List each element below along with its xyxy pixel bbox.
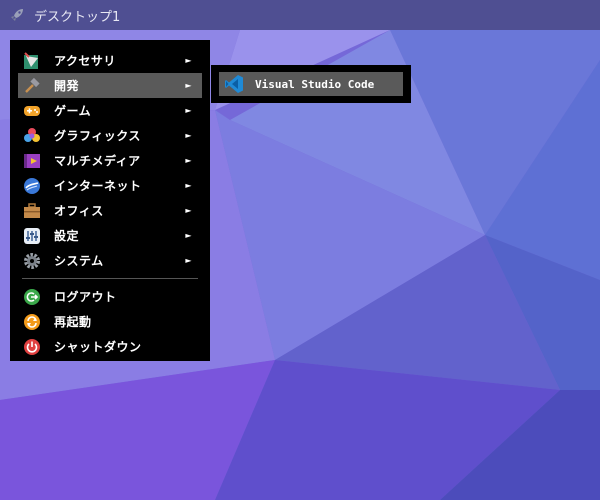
menu-item-label: アクセサリ bbox=[54, 54, 116, 68]
menu-item-visual-studio-code[interactable]: Visual Studio Code bbox=[219, 72, 403, 96]
menu-item-label: 再起動 bbox=[54, 315, 92, 329]
menu-separator bbox=[22, 278, 198, 279]
submenu-arrow-icon: ► bbox=[185, 206, 192, 215]
system-gear-icon bbox=[22, 251, 42, 271]
menu-item-development[interactable]: 開発 ► bbox=[18, 73, 202, 98]
top-panel: デスクトップ1 bbox=[0, 0, 600, 30]
menu-item-restart[interactable]: 再起動 bbox=[18, 309, 202, 334]
submenu-arrow-icon: ► bbox=[185, 131, 192, 140]
menu-item-label: システム bbox=[54, 254, 104, 268]
menu-item-accessories[interactable]: アクセサリ ► bbox=[18, 48, 202, 73]
menu-item-label: 開発 bbox=[54, 79, 80, 93]
internet-globe-icon bbox=[22, 176, 42, 196]
submenu-arrow-icon: ► bbox=[185, 156, 192, 165]
multimedia-icon bbox=[22, 151, 42, 171]
menu-item-label: グラフィックス bbox=[54, 129, 141, 143]
logout-icon bbox=[22, 287, 42, 307]
development-submenu: Visual Studio Code bbox=[211, 65, 411, 103]
settings-panel-icon bbox=[22, 226, 42, 246]
vscode-icon bbox=[223, 74, 245, 94]
menu-item-label: インターネット bbox=[54, 179, 142, 193]
menu-item-games[interactable]: ゲーム ► bbox=[18, 98, 202, 123]
submenu-arrow-icon: ► bbox=[185, 256, 192, 265]
menu-item-label: Visual Studio Code bbox=[255, 77, 375, 91]
menu-item-settings[interactable]: 設定 ► bbox=[18, 223, 202, 248]
menu-item-label: ログアウト bbox=[54, 290, 117, 304]
development-hammer-icon bbox=[22, 76, 42, 96]
submenu-arrow-icon: ► bbox=[185, 181, 192, 190]
menu-item-internet[interactable]: インターネット ► bbox=[18, 173, 202, 198]
menu-item-multimedia[interactable]: マルチメディア ► bbox=[18, 148, 202, 173]
workspace-title[interactable]: デスクトップ1 bbox=[34, 6, 120, 25]
menu-item-logout[interactable]: ログアウト bbox=[18, 284, 202, 309]
gamepad-icon bbox=[22, 101, 42, 121]
menu-item-system[interactable]: システム ► bbox=[18, 248, 202, 273]
submenu-arrow-icon: ► bbox=[185, 231, 192, 240]
shutdown-icon bbox=[22, 337, 42, 357]
submenu-arrow-icon: ► bbox=[185, 106, 192, 115]
accessories-icon bbox=[22, 51, 42, 71]
rocket-icon[interactable] bbox=[8, 6, 26, 24]
menu-item-label: オフィス bbox=[54, 204, 104, 218]
menu-item-label: ゲーム bbox=[54, 104, 92, 118]
office-briefcase-icon bbox=[22, 201, 42, 221]
menu-item-graphics[interactable]: グラフィックス ► bbox=[18, 123, 202, 148]
menu-item-shutdown[interactable]: シャットダウン bbox=[18, 334, 202, 359]
menu-item-office[interactable]: オフィス ► bbox=[18, 198, 202, 223]
graphics-icon bbox=[22, 126, 42, 146]
application-menu: アクセサリ ► 開発 ► ゲーム ► グラフィックス ► マルチメディア ► イ… bbox=[10, 40, 210, 361]
submenu-arrow-icon: ► bbox=[185, 81, 192, 90]
menu-item-label: マルチメディア bbox=[54, 154, 141, 168]
menu-item-label: 設定 bbox=[54, 229, 80, 243]
menu-item-label: シャットダウン bbox=[54, 340, 142, 354]
submenu-arrow-icon: ► bbox=[185, 56, 192, 65]
restart-icon bbox=[22, 312, 42, 332]
